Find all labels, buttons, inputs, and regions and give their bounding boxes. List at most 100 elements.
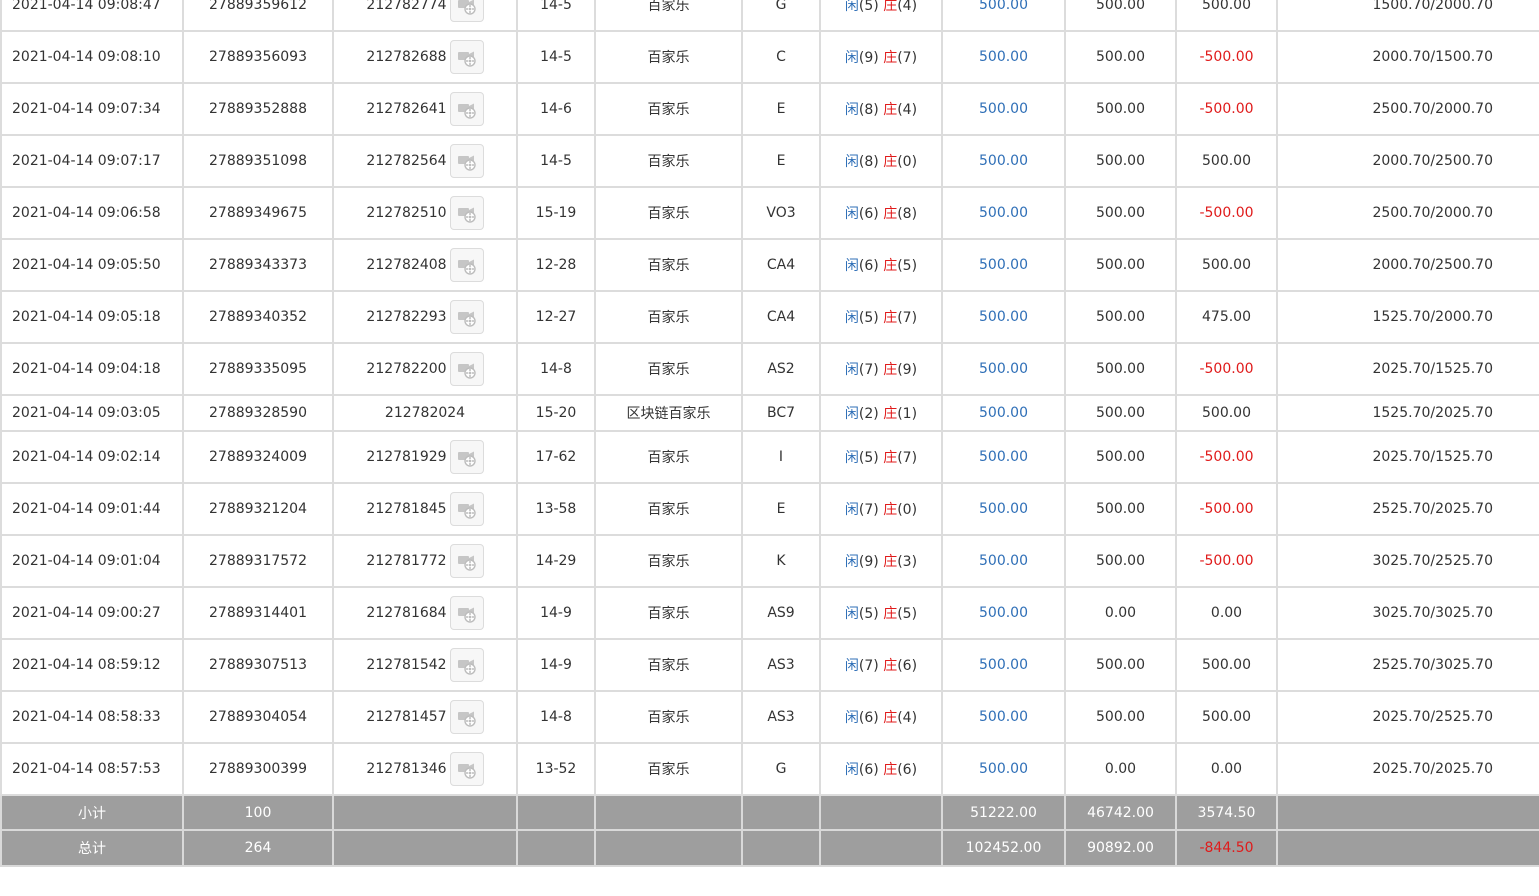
video-replay-icon[interactable] — [449, 92, 484, 126]
banker-label: 庄 — [883, 710, 898, 726]
table-number: 14-6 — [516, 82, 596, 136]
game-type: 百家乐 — [594, 430, 743, 484]
game-type: 百家乐 — [594, 534, 743, 588]
records-body: 2021-04-14 09:08:47 27889359612 212782774 1… — [0, 0, 1539, 796]
round-number: 212781772 — [366, 553, 447, 569]
result-cell: 闲(6) 庄(8) — [819, 186, 943, 240]
bet-amount: 500.00 — [941, 482, 1066, 536]
payout-amount: 500.00 — [1175, 134, 1278, 188]
table-row: 2021-04-14 09:01:44 27889321204 212781845 1… — [0, 482, 1539, 536]
valid-amount: 0.00 — [1064, 586, 1177, 640]
table-row: 2021-04-14 08:57:53 27889300399 212781346 1… — [0, 742, 1539, 796]
player-label: 闲 — [844, 554, 859, 570]
balance-change: 2025.70/2025.70 — [1276, 742, 1539, 796]
player-label: 闲 — [844, 310, 859, 326]
valid-amount: 500.00 — [1064, 638, 1177, 692]
round-cell: 212782408 — [332, 238, 518, 292]
result-cell: 闲(6) 庄(6) — [819, 742, 943, 796]
video-replay-icon[interactable] — [449, 752, 484, 786]
video-replay-icon[interactable] — [449, 0, 484, 22]
video-replay-icon[interactable] — [449, 544, 484, 578]
balance-change: 2025.70/2525.70 — [1276, 690, 1539, 744]
bet-time: 2021-04-14 09:05:18 — [0, 290, 184, 344]
balance-change: 1500.70/2000.70 — [1276, 0, 1539, 32]
video-replay-icon[interactable] — [449, 196, 484, 230]
round-cell: 212781929 — [332, 430, 518, 484]
video-replay-icon[interactable] — [449, 648, 484, 682]
game-type: 区块链百家乐 — [594, 394, 743, 432]
table-code: G — [741, 742, 821, 796]
round-number: 212782024 — [384, 405, 466, 421]
bet-records-table: 2021-04-14 09:08:47 27889359612 212782774 1… — [0, 0, 1539, 867]
player-points: (6) — [858, 258, 879, 274]
payout-amount: 500.00 — [1175, 690, 1278, 744]
order-number: 27889343373 — [182, 238, 334, 292]
player-label: 闲 — [844, 710, 859, 726]
payout-amount: 475.00 — [1175, 290, 1278, 344]
result-cell: 闲(7) 庄(9) — [819, 342, 943, 396]
game-type: 百家乐 — [594, 238, 743, 292]
table-row: 2021-04-14 09:05:50 27889343373 212782408 1… — [0, 238, 1539, 292]
bet-time: 2021-04-14 09:03:05 — [0, 394, 184, 432]
player-label: 闲 — [844, 606, 859, 622]
round-number: 212782408 — [366, 257, 447, 273]
banker-points: (4) — [897, 0, 918, 14]
banker-points: (1) — [897, 406, 918, 422]
banker-points: (7) — [897, 310, 918, 326]
player-points: (5) — [858, 450, 879, 466]
game-type: 百家乐 — [594, 690, 743, 744]
banker-points: (5) — [897, 258, 918, 274]
subtotal-valid: 46742.00 — [1064, 794, 1177, 831]
table-number: 14-9 — [516, 586, 596, 640]
banker-label: 庄 — [883, 50, 898, 66]
round-number: 212781684 — [366, 605, 447, 621]
video-replay-icon[interactable] — [449, 700, 484, 734]
table-row: 2021-04-14 09:06:58 27889349675 212782510 1… — [0, 186, 1539, 240]
table-number: 14-5 — [516, 30, 596, 84]
video-replay-icon[interactable] — [449, 492, 484, 526]
video-replay-icon[interactable] — [449, 596, 484, 630]
banker-label: 庄 — [883, 258, 898, 274]
round-cell: 212782774 — [332, 0, 518, 32]
banker-points: (0) — [897, 502, 918, 518]
valid-amount: 500.00 — [1064, 430, 1177, 484]
round-cell: 212781845 — [332, 482, 518, 536]
balance-change: 2000.70/2500.70 — [1276, 238, 1539, 292]
video-replay-icon[interactable] — [449, 440, 484, 474]
payout-amount: 0.00 — [1175, 586, 1278, 640]
video-replay-icon[interactable] — [449, 248, 484, 282]
valid-amount: 500.00 — [1064, 690, 1177, 744]
table-number: 13-52 — [516, 742, 596, 796]
payout-amount: 500.00 — [1175, 0, 1278, 32]
result-cell: 闲(9) 庄(7) — [819, 30, 943, 84]
banker-points: (7) — [897, 450, 918, 466]
video-replay-icon[interactable] — [449, 40, 484, 74]
video-replay-icon[interactable] — [449, 352, 484, 386]
round-number: 212781346 — [366, 761, 447, 777]
banker-points: (6) — [897, 762, 918, 778]
bet-time: 2021-04-14 09:02:14 — [0, 430, 184, 484]
table-code: K — [741, 534, 821, 588]
banker-label: 庄 — [883, 310, 898, 326]
game-type: 百家乐 — [594, 0, 743, 32]
player-points: (2) — [858, 406, 879, 422]
valid-amount: 500.00 — [1064, 186, 1177, 240]
game-type: 百家乐 — [594, 482, 743, 536]
table-row: 2021-04-14 09:05:18 27889340352 212782293 1… — [0, 290, 1539, 344]
table-row: 2021-04-14 09:02:14 27889324009 212781929 1… — [0, 430, 1539, 484]
round-number: 212781845 — [366, 501, 447, 517]
banker-points: (7) — [897, 50, 918, 66]
video-replay-icon[interactable] — [449, 144, 484, 178]
round-cell: 212781346 — [332, 742, 518, 796]
video-replay-icon[interactable] — [449, 300, 484, 334]
table-code: BC7 — [741, 394, 821, 432]
valid-amount: 500.00 — [1064, 30, 1177, 84]
round-cell: 212782024 — [332, 394, 518, 432]
balance-change: 2025.70/1525.70 — [1276, 430, 1539, 484]
total-label: 总计 — [0, 829, 184, 867]
result-cell: 闲(6) 庄(4) — [819, 690, 943, 744]
banker-label: 庄 — [883, 406, 898, 422]
bet-time: 2021-04-14 08:58:33 — [0, 690, 184, 744]
bet-amount: 500.00 — [941, 742, 1066, 796]
bet-time: 2021-04-14 09:05:50 — [0, 238, 184, 292]
